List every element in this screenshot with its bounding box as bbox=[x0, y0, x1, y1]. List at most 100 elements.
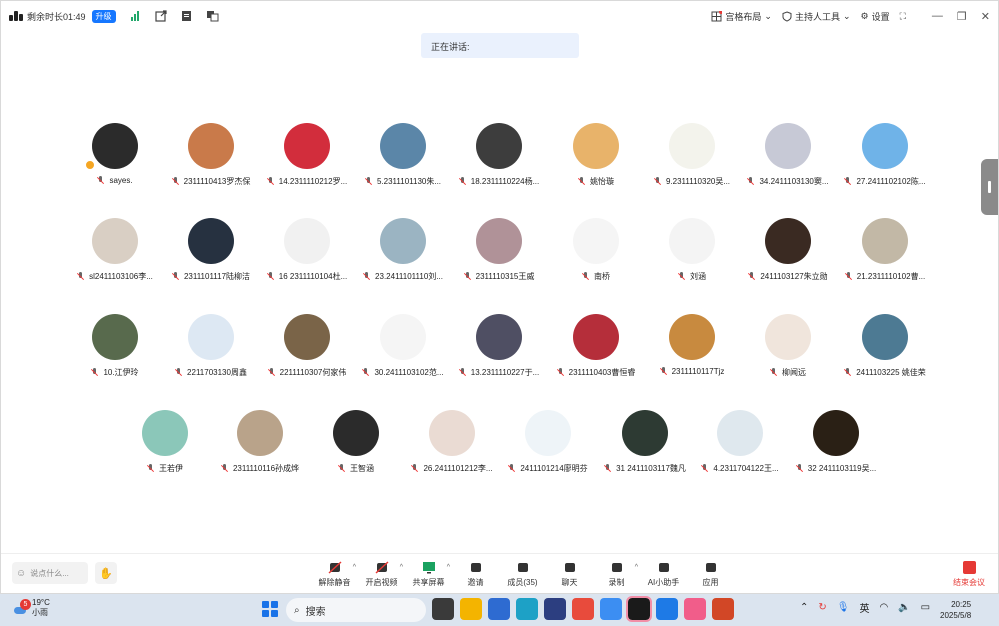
say-placeholder: 说点什么... bbox=[30, 568, 69, 578]
clock[interactable]: 20:25 2025/5/8 bbox=[940, 599, 971, 621]
task-view-icon[interactable] bbox=[432, 598, 454, 620]
wifi-icon[interactable]: ◠ bbox=[879, 602, 888, 613]
input-language[interactable]: 英 bbox=[859, 600, 869, 615]
raise-hand-button[interactable]: ✋ bbox=[95, 562, 117, 584]
settings-label: 设置 bbox=[871, 11, 890, 22]
tool-button-apps[interactable]: 应用 bbox=[687, 561, 734, 588]
participant-tile[interactable]: 21.2311110102曹... bbox=[835, 218, 935, 282]
participant-tile[interactable]: 26.2411101212李... bbox=[402, 410, 502, 474]
participant-tile[interactable]: 王若伊 bbox=[115, 410, 215, 474]
participant-tile[interactable]: sayes. bbox=[65, 123, 165, 185]
participant-tile[interactable]: 13.2311110227于... bbox=[449, 314, 549, 378]
participant-tile[interactable]: 10.江伊玲 bbox=[65, 314, 165, 378]
participant-tile[interactable]: 16 2311110104杜... bbox=[257, 218, 357, 282]
close-icon[interactable]: ✕ bbox=[981, 10, 990, 23]
participant-tile[interactable]: 18.2311110224杨... bbox=[449, 123, 549, 187]
participant-tile[interactable]: 2411103225 姚佳荣 bbox=[835, 314, 935, 378]
chevron-up-icon[interactable]: ^ bbox=[353, 564, 356, 571]
chart-app-icon[interactable] bbox=[544, 598, 566, 620]
chevron-up-icon[interactable]: ^ bbox=[400, 564, 403, 571]
mic-muted-icon bbox=[362, 368, 369, 377]
chevron-up-icon[interactable]: ^ bbox=[447, 564, 450, 571]
participant-tile[interactable]: 2411103127朱立勋 bbox=[738, 218, 838, 282]
taskbar-search[interactable]: ⌕ 搜索 bbox=[286, 598, 426, 622]
participant-tile[interactable]: 31 2411103117魏凡 bbox=[595, 410, 695, 474]
tool-button-ai-assistant[interactable]: AI小助手 bbox=[640, 561, 687, 588]
host-tools-menu[interactable]: 主持人工具 ⌄ bbox=[782, 10, 851, 23]
tool-button-record[interactable]: 录制 ^ bbox=[593, 561, 640, 588]
participant-tile[interactable]: 32 2411103119吴... bbox=[786, 410, 886, 474]
weather-badge: 5 bbox=[20, 599, 31, 610]
tool-button-members[interactable]: 成员(35) bbox=[499, 561, 546, 588]
windows-start-icon[interactable] bbox=[262, 601, 278, 617]
tool-button-invite[interactable]: 邀请 bbox=[452, 561, 499, 588]
battery-icon[interactable]: ▭ bbox=[921, 602, 930, 613]
end-meeting-label: 结束会议 bbox=[953, 578, 985, 587]
side-panel-handle[interactable] bbox=[981, 159, 998, 215]
tool-button-camera-off[interactable]: 开启视频 ^ bbox=[358, 561, 405, 588]
participant-tile[interactable]: 王智涵 bbox=[306, 410, 406, 474]
participant-name-row: 2211703130周鑫 bbox=[175, 367, 247, 378]
participant-tile[interactable]: 34.2411103130窦... bbox=[738, 123, 838, 187]
volume-icon[interactable]: 🔈 bbox=[898, 602, 910, 613]
participant-tile[interactable]: 南桥 bbox=[546, 218, 646, 282]
participant-tile[interactable]: 2211110307何家伟 bbox=[257, 314, 357, 378]
external-link-icon[interactable] bbox=[154, 9, 168, 23]
file-explorer-icon[interactable] bbox=[460, 598, 482, 620]
settings-button[interactable]: ⚙ 设置 bbox=[861, 10, 890, 23]
system-tray: ⌃ ↻ 🎙 英 ◠ 🔈 ▭ bbox=[800, 600, 930, 615]
tencent-meeting-icon[interactable] bbox=[656, 598, 678, 620]
layout-menu[interactable]: 宫格布局 ⌄ bbox=[711, 10, 772, 23]
powerpoint-icon[interactable] bbox=[712, 598, 734, 620]
participant-tile[interactable]: 柳闻远 bbox=[738, 314, 838, 378]
signal-icon[interactable] bbox=[128, 9, 142, 23]
huawei-app-icon[interactable] bbox=[572, 598, 594, 620]
participant-tile[interactable]: 2311110413罗杰保 bbox=[161, 123, 261, 187]
participant-tile[interactable]: 姚怡璇 bbox=[546, 123, 646, 187]
tool-button-share-screen[interactable]: 共享屏幕 ^ bbox=[405, 561, 452, 588]
participant-name-row: 柳闻远 bbox=[770, 367, 806, 378]
participant-tile[interactable]: 刘涵 bbox=[642, 218, 742, 282]
participant-tile[interactable]: 2311110117Tjz bbox=[642, 314, 742, 376]
store-icon[interactable] bbox=[488, 598, 510, 620]
edge-browser-icon[interactable] bbox=[516, 598, 538, 620]
upgrade-button[interactable]: 升级 bbox=[91, 9, 116, 23]
weather-widget[interactable]: 5 19°C 小雨 bbox=[12, 598, 50, 618]
participant-tile[interactable]: 30.2411103102范... bbox=[353, 314, 453, 378]
participant-tile[interactable]: 14.2311110212罗... bbox=[257, 123, 357, 187]
participant-tile[interactable]: 2311101117陆柳洁 bbox=[161, 218, 261, 282]
sync-icon[interactable]: ↻ bbox=[818, 602, 826, 613]
tool-button-mic-muted[interactable]: 解除静音 ^ bbox=[311, 561, 358, 588]
search-icon: ⌕ bbox=[294, 604, 300, 616]
participant-tile[interactable]: 2311110116孙成烨 bbox=[210, 410, 310, 474]
participant-tile[interactable]: 2311110315王威 bbox=[449, 218, 549, 282]
tool-label: 共享屏幕 bbox=[412, 578, 445, 587]
qq-icon[interactable] bbox=[626, 596, 652, 622]
chevron-up-icon[interactable]: ⌃ bbox=[800, 602, 808, 613]
cloud-app-icon[interactable] bbox=[600, 598, 622, 620]
microphone-icon[interactable]: 🎙 bbox=[837, 602, 850, 613]
end-meeting-button[interactable]: 结束会议 bbox=[953, 561, 985, 588]
avatar bbox=[188, 218, 234, 264]
participant-tile[interactable]: 9.2311110320吴... bbox=[642, 123, 742, 187]
participant-name-row: 23.2411101110刘... bbox=[363, 271, 443, 282]
participant-tile[interactable]: sl2411103106李... bbox=[65, 218, 165, 282]
participant-tile[interactable]: 2411101214廖明芬 bbox=[498, 410, 598, 474]
participant-tile[interactable]: 23.2411101110刘... bbox=[353, 218, 453, 282]
fullscreen-button[interactable]: ⛶ bbox=[900, 11, 906, 22]
minimize-icon[interactable]: — bbox=[932, 10, 943, 22]
document-icon[interactable] bbox=[180, 9, 194, 23]
avatar bbox=[573, 123, 619, 169]
participant-tile[interactable]: 27.2411102102陈... bbox=[835, 123, 935, 187]
translate-icon[interactable] bbox=[206, 9, 220, 23]
participant-tile[interactable]: 2211703130周鑫 bbox=[161, 314, 261, 378]
chevron-up-icon[interactable]: ^ bbox=[635, 564, 638, 571]
mic-muted-icon bbox=[770, 368, 777, 377]
participant-tile[interactable]: 2311110403曹恒睿 bbox=[546, 314, 646, 378]
bilibili-icon[interactable] bbox=[684, 598, 706, 620]
restore-icon[interactable]: ❐ bbox=[957, 10, 967, 23]
participant-tile[interactable]: 5.2311101130朱... bbox=[353, 123, 453, 187]
tool-button-chat[interactable]: 聊天 bbox=[546, 561, 593, 588]
say-something-input[interactable]: ☺ 说点什么... bbox=[12, 562, 88, 584]
participant-tile[interactable]: 4.2311704122王... bbox=[690, 410, 790, 474]
